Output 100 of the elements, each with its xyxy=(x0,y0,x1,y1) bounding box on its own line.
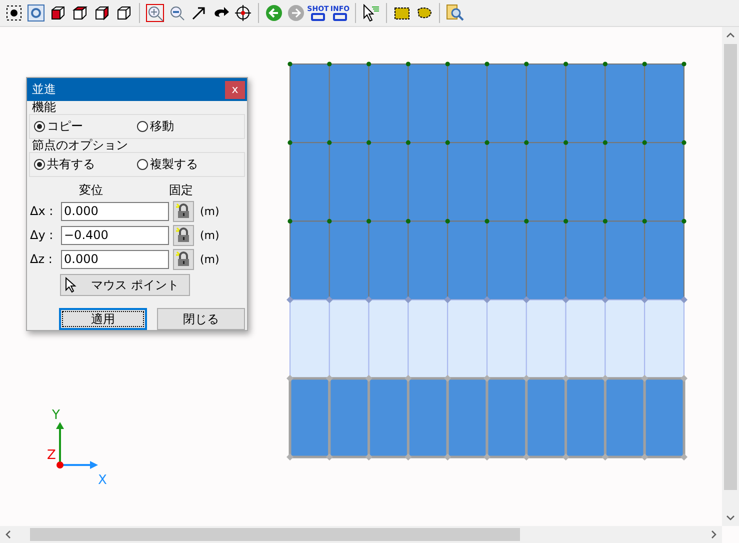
node-marker xyxy=(564,218,568,224)
node-marker xyxy=(562,454,570,460)
zoom-icon[interactable] xyxy=(144,2,166,24)
input-field[interactable]: −0.400 xyxy=(61,226,169,244)
node-marker xyxy=(286,374,294,382)
node-marker xyxy=(602,454,609,460)
padlock-icon xyxy=(176,227,191,243)
node-marker xyxy=(524,62,529,66)
node-marker xyxy=(444,374,452,382)
node-marker xyxy=(365,296,372,304)
node-marker xyxy=(642,62,647,66)
axis-label: Z xyxy=(47,448,56,463)
cursor-icon xyxy=(65,277,77,293)
axis-label: X xyxy=(98,473,107,488)
column-header: 変位 xyxy=(79,182,104,198)
node-marker xyxy=(327,140,332,145)
dialog-title: 並進 xyxy=(32,81,56,98)
node-marker xyxy=(524,218,529,224)
apply-button[interactable]: 適用 xyxy=(59,308,147,330)
node-marker xyxy=(288,218,292,224)
radio-option[interactable]: 共有する xyxy=(34,156,137,172)
radio-option[interactable]: 移動 xyxy=(137,118,240,134)
axis-triad-drawing xyxy=(56,422,98,469)
node-marker xyxy=(484,62,490,66)
node-marker xyxy=(682,140,686,145)
mouse-point-button[interactable]: マウス ポイント xyxy=(60,274,190,296)
scrollbar-thumb[interactable] xyxy=(30,528,520,541)
node-marker xyxy=(288,140,292,145)
node-marker xyxy=(642,218,647,224)
padlock-icon xyxy=(176,203,191,219)
node-marker xyxy=(366,218,372,224)
node-marker xyxy=(326,454,333,460)
target-icon[interactable] xyxy=(232,2,254,24)
node-marker xyxy=(484,454,490,460)
column-header: 固定 xyxy=(169,182,193,198)
element-select-icon[interactable] xyxy=(25,2,47,24)
node-marker xyxy=(522,454,530,460)
node-marker xyxy=(404,296,412,304)
node-marker xyxy=(484,374,490,382)
node-marker xyxy=(524,140,529,145)
field-label: Δx : xyxy=(30,204,54,218)
node-marker xyxy=(682,62,686,66)
lock-button[interactable] xyxy=(173,224,194,246)
node-marker xyxy=(406,218,410,224)
node-marker xyxy=(445,62,450,66)
node-marker xyxy=(286,296,294,304)
close-button[interactable]: x xyxy=(225,80,245,98)
lock-button[interactable] xyxy=(173,200,194,222)
node-marker xyxy=(642,140,647,145)
node-marker xyxy=(484,218,490,224)
node-marker xyxy=(326,296,333,304)
node-marker xyxy=(404,374,412,382)
node-marker xyxy=(366,62,372,66)
node-marker xyxy=(444,454,452,460)
node-marker xyxy=(564,140,568,145)
unit-label: (m) xyxy=(200,252,220,266)
node-marker xyxy=(522,296,530,304)
node-marker xyxy=(327,218,332,224)
unit-label: (m) xyxy=(200,228,220,242)
node-marker xyxy=(365,454,372,460)
horizontal-scrollbar[interactable] xyxy=(0,526,722,543)
node-marker xyxy=(445,140,450,145)
node-marker xyxy=(641,296,648,304)
lock-button[interactable] xyxy=(173,248,194,270)
node-marker xyxy=(286,454,294,460)
field-label: Δy : xyxy=(30,228,54,242)
close-dialog-button[interactable]: 閉じる xyxy=(157,308,245,330)
node-marker xyxy=(641,374,648,382)
node-marker xyxy=(406,140,410,145)
node-marker xyxy=(602,62,608,66)
field-label: Δz : xyxy=(30,252,54,266)
radio-option[interactable]: コピー xyxy=(34,118,137,134)
node-marker xyxy=(522,374,530,382)
group-title: 機能 xyxy=(31,101,57,114)
input-field[interactable]: 0.000 xyxy=(61,250,169,268)
node-marker xyxy=(602,140,608,145)
node-marker xyxy=(404,454,412,460)
node-marker xyxy=(602,218,608,224)
node-marker xyxy=(641,454,648,460)
node-marker xyxy=(680,296,688,304)
node-marker xyxy=(366,140,372,145)
node-marker xyxy=(444,296,452,304)
node-marker xyxy=(365,374,372,382)
node-marker xyxy=(602,296,609,304)
node-marker xyxy=(484,296,490,304)
node-marker xyxy=(406,62,410,66)
node-marker xyxy=(562,374,570,382)
node-marker xyxy=(680,374,688,382)
node-marker xyxy=(564,62,568,66)
node-marker xyxy=(327,62,332,66)
node-marker xyxy=(680,454,688,460)
axis-label: Y xyxy=(52,408,60,423)
node-marker xyxy=(445,218,450,224)
scrollbar-thumb[interactable] xyxy=(724,44,737,490)
node-marker xyxy=(602,374,609,382)
radio-option[interactable]: 複製する xyxy=(137,156,240,172)
unit-label: (m) xyxy=(200,204,220,218)
node-marker xyxy=(326,374,333,382)
input-field[interactable]: 0.000 xyxy=(61,202,169,220)
vertical-scrollbar[interactable] xyxy=(722,27,739,526)
